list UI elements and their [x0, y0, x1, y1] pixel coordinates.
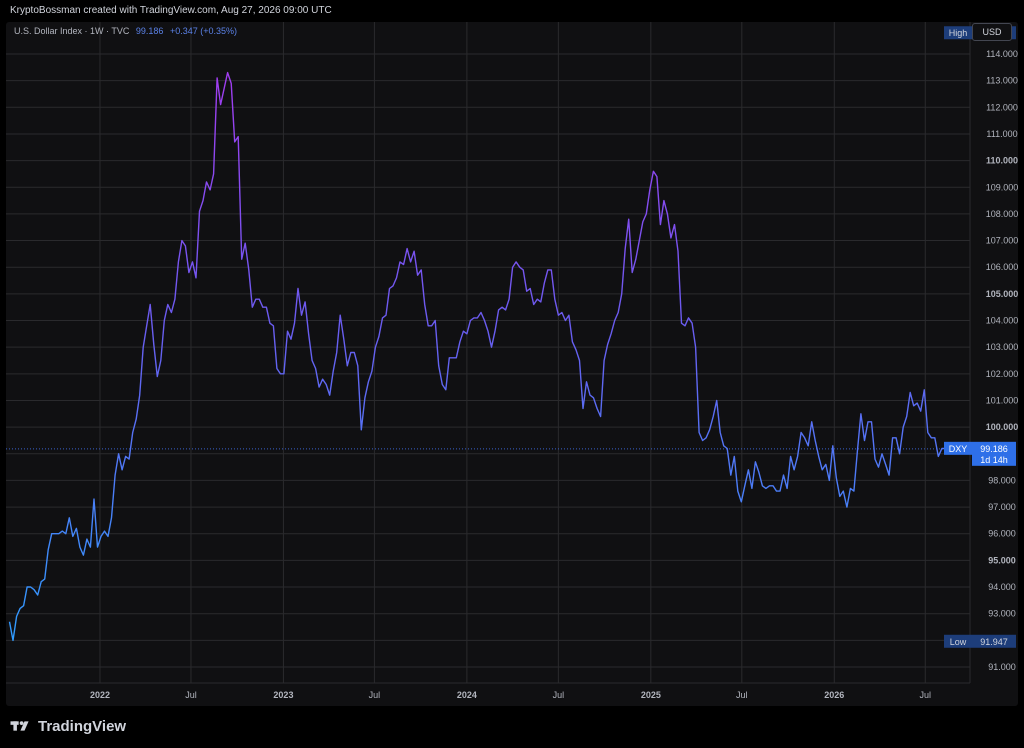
symbol-info: U.S. Dollar Index · 1W · TVC — [14, 26, 130, 36]
x-tick-label: Jul — [736, 690, 748, 700]
x-tick-label: 2023 — [273, 690, 293, 700]
y-tick-label: 102.000 — [986, 369, 1018, 379]
y-tick-label: 105.000 — [986, 289, 1018, 299]
low-tag: Low — [950, 637, 967, 647]
y-tick-label: 95.000 — [988, 555, 1016, 565]
y-tick-label: 110.000 — [986, 156, 1018, 166]
x-tick-label: Jul — [185, 690, 197, 700]
tradingview-logo-icon — [10, 721, 29, 731]
x-tick-label: Jul — [920, 690, 932, 700]
y-tick-label: 101.000 — [986, 395, 1018, 405]
y-tick-label: 108.000 — [986, 209, 1018, 219]
y-tick-label: 109.000 — [986, 182, 1018, 192]
y-tick-label: 103.000 — [986, 342, 1018, 352]
x-tick-label: Jul — [369, 690, 381, 700]
high-tag: High — [949, 28, 968, 38]
y-tick-label: 106.000 — [986, 262, 1018, 272]
y-tick-label: 98.000 — [988, 475, 1016, 485]
y-tick-label: 112.000 — [986, 102, 1018, 112]
y-tick-label: 96.000 — [988, 529, 1016, 539]
chart-attribution: KryptoBossman created with TradingView.c… — [10, 5, 332, 16]
y-tick-label: 104.000 — [986, 316, 1018, 326]
y-tick-label: 113.000 — [986, 76, 1018, 86]
dxy-series-line — [8, 71, 946, 642]
y-tick-label: 111.000 — [986, 129, 1017, 139]
y-tick-label: 107.000 — [986, 236, 1018, 246]
last-price: 99.186 — [135, 26, 164, 36]
currency-button[interactable]: USD — [972, 23, 1012, 41]
x-tick-label: Jul — [553, 690, 565, 700]
y-tick-label: 114.000 — [986, 49, 1018, 59]
x-tick-label: 2024 — [457, 690, 477, 700]
y-tick-label: 91.000 — [988, 662, 1016, 672]
y-tick-label: 97.000 — [988, 502, 1016, 512]
current-price-value: 99.186 — [980, 444, 1008, 454]
x-tick-label: 2026 — [824, 690, 844, 700]
x-tick-label: 2025 — [641, 690, 661, 700]
y-tick-label: 94.000 — [988, 582, 1016, 592]
tradingview-brand: TradingView — [10, 714, 126, 738]
symbol-tag: DXY — [949, 444, 968, 454]
x-tick-label: 2022 — [90, 690, 110, 700]
dxy-line-chart[interactable]: 91.00092.00093.00094.00095.00096.00097.0… — [6, 22, 1018, 706]
bar-countdown: 1d 14h — [980, 455, 1008, 465]
y-tick-label: 93.000 — [988, 609, 1016, 619]
low-value: 91.947 — [980, 637, 1008, 647]
symbol-legend: U.S. Dollar Index · 1W · TVC 99.186 +0.3… — [14, 26, 237, 36]
y-tick-label: 100.000 — [986, 422, 1018, 432]
price-change: +0.347 (+0.35%) — [169, 26, 237, 36]
brand-name: TradingView — [38, 717, 127, 735]
